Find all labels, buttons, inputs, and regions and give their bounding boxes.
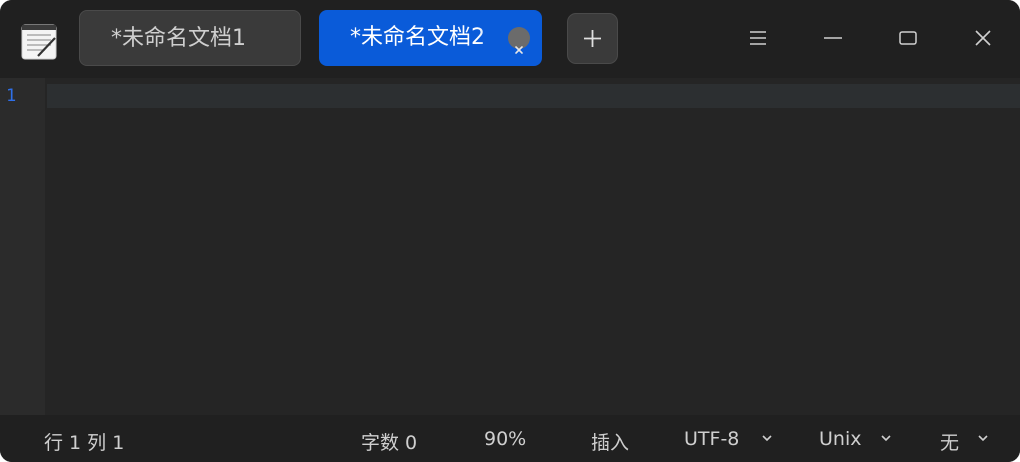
- title-bar: *未命名文档1 *未命名文档2: [0, 0, 1020, 78]
- cursor-position[interactable]: 行 1 列 1: [44, 428, 124, 455]
- minimize-button[interactable]: [813, 18, 853, 58]
- text-editor-icon: [21, 24, 57, 60]
- line-number-gutter: 1: [0, 78, 45, 415]
- status-bar: 行 1 列 1 字数 0 90% 插入 UTF-8 Unix 无: [0, 415, 1020, 462]
- tab-label: *未命名文档1: [111, 26, 246, 51]
- line-ending-dropdown[interactable]: Unix: [819, 428, 861, 450]
- chevron-down-icon: [881, 435, 891, 442]
- chevron-down-icon: [978, 435, 988, 442]
- close-icon: [515, 46, 523, 54]
- highlight-dropdown[interactable]: 无: [940, 428, 959, 455]
- close-icon: [975, 30, 991, 46]
- plus-icon: [584, 30, 601, 47]
- chevron-down-icon: [762, 435, 772, 442]
- main-menu-button[interactable]: [738, 18, 778, 58]
- encoding-dropdown[interactable]: UTF-8: [684, 428, 739, 450]
- hamburger-menu-icon: [750, 31, 766, 45]
- minimize-icon: [824, 37, 842, 39]
- current-line-highlight[interactable]: [47, 84, 1020, 108]
- maximize-icon: [899, 31, 917, 45]
- tab-untitled-document-1[interactable]: *未命名文档1: [79, 10, 301, 66]
- maximize-button[interactable]: [888, 18, 928, 58]
- highlight-label: 无: [940, 432, 960, 454]
- zoom-level[interactable]: 90%: [484, 428, 526, 450]
- add-tab-button[interactable]: [567, 13, 618, 64]
- editor-window: *未命名文档1 *未命名文档2 1 行 1 列 1 字数 0 90% 插入 UT…: [0, 0, 1020, 462]
- close-tab-button[interactable]: [508, 27, 530, 54]
- encoding-label: UTF-8: [684, 428, 740, 450]
- char-count: 字数 0: [361, 432, 418, 454]
- text-editor-area[interactable]: 1: [0, 78, 1020, 415]
- insert-mode[interactable]: 插入: [591, 428, 629, 455]
- tab-label: *未命名文档2: [350, 25, 485, 50]
- close-window-button[interactable]: [963, 18, 1003, 58]
- line-number: 1: [6, 86, 17, 106]
- line-ending-label: Unix: [819, 428, 862, 450]
- tab-untitled-document-2[interactable]: *未命名文档2: [319, 10, 542, 66]
